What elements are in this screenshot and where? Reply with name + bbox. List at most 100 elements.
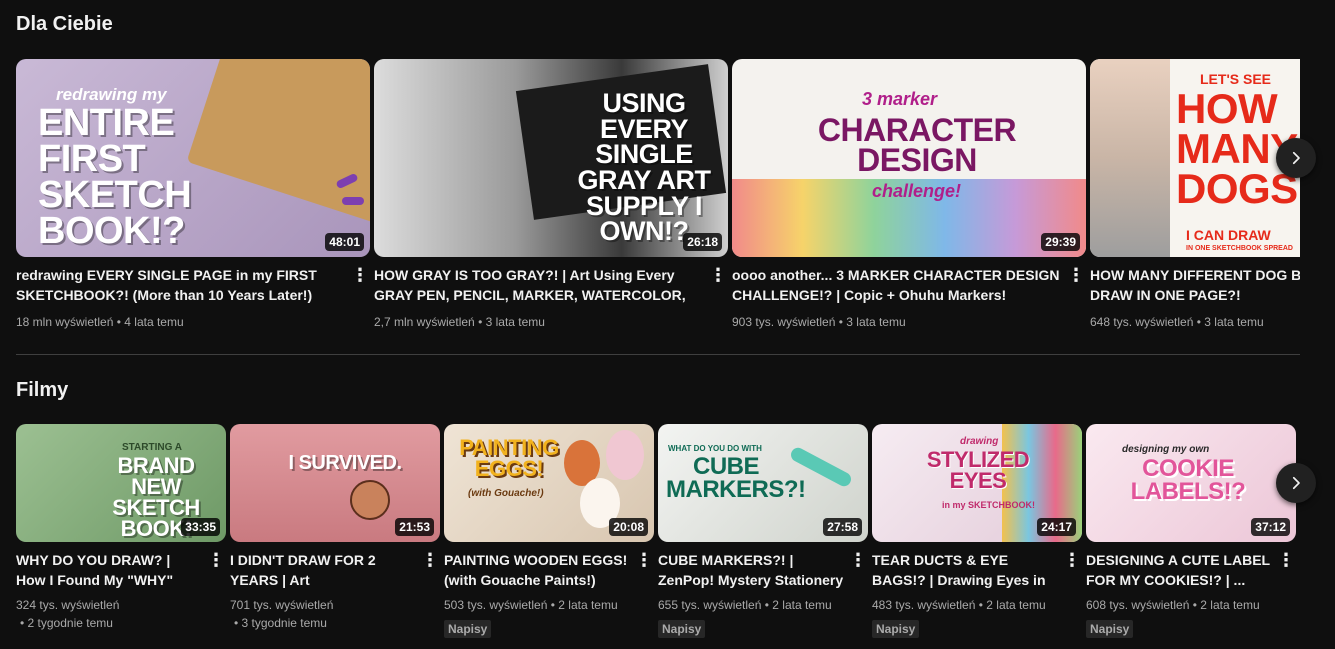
- video-thumbnail[interactable]: STARTING A BRAND NEW SKETCH BOOK! 33:35: [16, 424, 226, 542]
- thumb-kicker-secondary: in my SKETCHBOOK!: [942, 500, 1036, 510]
- video-title[interactable]: PAINTING WOODEN EGGS! (with Gouache Pain…: [444, 550, 630, 590]
- upload-age: • 3 tygodnie temu: [234, 616, 327, 630]
- video-thumbnail[interactable]: redrawing my ENTIRE FIRST SKETCH BOOK!? …: [16, 59, 370, 257]
- thumb-headline: CHARACTER DESIGN: [817, 112, 1017, 179]
- thumb-headline: CUBE MARKERS?!: [666, 453, 806, 503]
- video-thumbnail[interactable]: LET'S SEE HOW MANY DOGS I CAN DRAW IN ON…: [1090, 59, 1300, 257]
- thumb-kicker: WHAT DO YOU DO WITH: [668, 444, 762, 453]
- captions-badge: Napisy: [658, 620, 706, 638]
- view-count: 648 tys. wyświetleń: [1090, 315, 1194, 329]
- thumb-kicker: (with Gouache!): [468, 488, 544, 499]
- video-thumbnail[interactable]: 3 marker CHARACTER DESIGN challenge! 29:…: [732, 59, 1086, 257]
- view-count: 655 tys. wyświetleń: [658, 598, 762, 612]
- next-button[interactable]: [1276, 463, 1316, 503]
- video-stats: 648 tys. wyświetleń • 3 lata temu: [1090, 313, 1300, 331]
- video-title[interactable]: I DIDN'T DRAW FOR 2 YEARS | Art Journal/…: [230, 550, 416, 590]
- upload-age: 2 lata temu: [986, 598, 1046, 612]
- video-title[interactable]: oooo another... 3 MARKER CHARACTER DESIG…: [732, 265, 1062, 305]
- video-title[interactable]: DESIGNING A CUTE LABEL FOR MY COOKIES!? …: [1086, 550, 1272, 590]
- section-title-videos: Filmy: [16, 379, 69, 401]
- dot-separator: •: [478, 315, 486, 329]
- upload-age: 3 lata temu: [846, 315, 906, 329]
- view-count: 18 mln wyświetleń: [16, 315, 114, 329]
- video-duration: 48:01: [325, 233, 364, 251]
- more-vert-icon[interactable]: ⋮: [1276, 550, 1296, 574]
- video-card[interactable]: drawing STYLIZED EYES in my SKETCHBOOK! …: [872, 424, 1082, 638]
- video-duration: 27:58: [823, 518, 862, 536]
- upload-age: 4 lata temu: [124, 315, 184, 329]
- upload-age: 2 lata temu: [772, 598, 832, 612]
- thumb-small-text: IN ONE SKETCHBOOK SPREAD: [1186, 245, 1293, 252]
- upload-age: 2 lata temu: [558, 598, 618, 612]
- video-title[interactable]: CUBE MARKERS?! | ZenPop! Mystery Station…: [658, 550, 844, 590]
- video-card[interactable]: USING EVERY SINGLE GRAY ART SUPPLY I OWN…: [374, 59, 728, 331]
- next-button[interactable]: [1276, 138, 1316, 178]
- chevron-right-icon: [1292, 476, 1300, 490]
- decor-figure: [350, 480, 390, 520]
- video-thumbnail[interactable]: I SURVIVED. 21:53: [230, 424, 440, 542]
- view-count: 903 tys. wyświetleń: [732, 315, 836, 329]
- thumb-kicker: STARTING A: [122, 442, 182, 453]
- video-card[interactable]: PAINTING EGGS! (with Gouache!) 20:08 PAI…: [444, 424, 654, 638]
- view-count: 608 tys. wyświetleń: [1086, 598, 1190, 612]
- view-count: 503 tys. wyświetleń: [444, 598, 548, 612]
- shelf-videos: STARTING A BRAND NEW SKETCH BOOK! 33:35 …: [16, 424, 1300, 646]
- thumb-headline: ENTIRE FIRST SKETCH BOOK!?: [38, 102, 192, 253]
- view-count: 324 tys. wyświetleń: [16, 598, 120, 612]
- video-stats: 503 tys. wyświetleń • 2 lata temu: [444, 596, 630, 614]
- captions-badge: Napisy: [872, 620, 920, 638]
- more-vert-icon[interactable]: ⋮: [1066, 265, 1086, 289]
- video-title[interactable]: HOW GRAY IS TOO GRAY?! | Art Using Every…: [374, 265, 704, 305]
- captions-badge: Napisy: [444, 620, 492, 638]
- more-vert-icon[interactable]: ⋮: [206, 550, 226, 574]
- video-stats: 903 tys. wyświetleń • 3 lata temu: [732, 313, 1062, 331]
- more-vert-icon[interactable]: ⋮: [1062, 550, 1082, 574]
- video-card[interactable]: designing my own COOKIE LABELS!? 37:12 D…: [1086, 424, 1296, 638]
- more-vert-icon[interactable]: ⋮: [350, 265, 370, 289]
- more-vert-icon[interactable]: ⋮: [634, 550, 654, 574]
- video-duration: 24:17: [1037, 518, 1076, 536]
- video-title[interactable]: WHY DO YOU DRAW? | How I Found My "WHY": [16, 550, 202, 590]
- thumb-kicker: 3 marker: [862, 89, 938, 109]
- video-stats: 655 tys. wyświetleń • 2 lata temu: [658, 596, 844, 614]
- section-title-for-you: Dla Ciebie: [16, 13, 113, 35]
- video-stats: 18 mln wyświetleń • 4 lata temu: [16, 313, 346, 331]
- thumb-kicker: drawing: [960, 436, 999, 447]
- upload-age: 2 lata temu: [1200, 598, 1260, 612]
- video-thumbnail[interactable]: USING EVERY SINGLE GRAY ART SUPPLY I OWN…: [374, 59, 728, 257]
- video-duration: 21:53: [395, 518, 434, 536]
- video-card[interactable]: I SURVIVED. 21:53 I DIDN'T DRAW FOR 2 YE…: [230, 424, 440, 638]
- video-card[interactable]: STARTING A BRAND NEW SKETCH BOOK! 33:35 …: [16, 424, 226, 638]
- video-stats: 2,7 mln wyświetleń • 3 lata temu: [374, 313, 704, 331]
- shelf-for-you: redrawing my ENTIRE FIRST SKETCH BOOK!? …: [16, 59, 1300, 339]
- video-thumbnail[interactable]: PAINTING EGGS! (with Gouache!) 20:08: [444, 424, 654, 542]
- thumb-headline: I SURVIVED.: [288, 452, 402, 474]
- view-count: 701 tys. wyświetleń: [230, 598, 334, 612]
- view-count: 2,7 mln wyświetleń: [374, 315, 475, 329]
- thumb-kicker: designing my own: [1122, 444, 1210, 455]
- video-duration: 37:12: [1251, 518, 1290, 536]
- chevron-right-icon: [1292, 151, 1300, 165]
- decor-egg: [606, 430, 644, 480]
- video-card[interactable]: LET'S SEE HOW MANY DOGS I CAN DRAW IN ON…: [1090, 59, 1300, 331]
- video-title[interactable]: redrawing EVERY SINGLE PAGE in my FIRST …: [16, 265, 346, 305]
- thumb-kicker-secondary: challenge!: [872, 181, 962, 201]
- video-title[interactable]: TEAR DUCTS & EYE BAGS!? | Drawing Eyes i…: [872, 550, 1058, 590]
- video-duration: 26:18: [683, 233, 722, 251]
- decor-dash: [342, 197, 364, 205]
- thumb-headline: USING EVERY SINGLE GRAY ART SUPPLY I OWN…: [577, 88, 711, 247]
- video-thumbnail[interactable]: designing my own COOKIE LABELS!? 37:12: [1086, 424, 1296, 542]
- video-stats: 483 tys. wyświetleń • 2 lata temu: [872, 596, 1058, 614]
- video-duration: 29:39: [1041, 233, 1080, 251]
- video-card[interactable]: 3 marker CHARACTER DESIGN challenge! 29:…: [732, 59, 1086, 331]
- video-card[interactable]: redrawing my ENTIRE FIRST SKETCH BOOK!? …: [16, 59, 370, 331]
- video-thumbnail[interactable]: drawing STYLIZED EYES in my SKETCHBOOK! …: [872, 424, 1082, 542]
- more-vert-icon[interactable]: ⋮: [708, 265, 728, 289]
- video-thumbnail[interactable]: WHAT DO YOU DO WITH CUBE MARKERS?! 27:58: [658, 424, 868, 542]
- more-vert-icon[interactable]: ⋮: [420, 550, 440, 574]
- thumb-headline: PAINTING EGGS!: [459, 435, 559, 481]
- more-vert-icon[interactable]: ⋮: [848, 550, 868, 574]
- thumb-headline: STYLIZED EYES: [926, 447, 1030, 493]
- video-title[interactable]: HOW MANY DIFFERENT DOG BREEDS CAN I DRAW…: [1090, 265, 1300, 305]
- video-card[interactable]: WHAT DO YOU DO WITH CUBE MARKERS?! 27:58…: [658, 424, 868, 638]
